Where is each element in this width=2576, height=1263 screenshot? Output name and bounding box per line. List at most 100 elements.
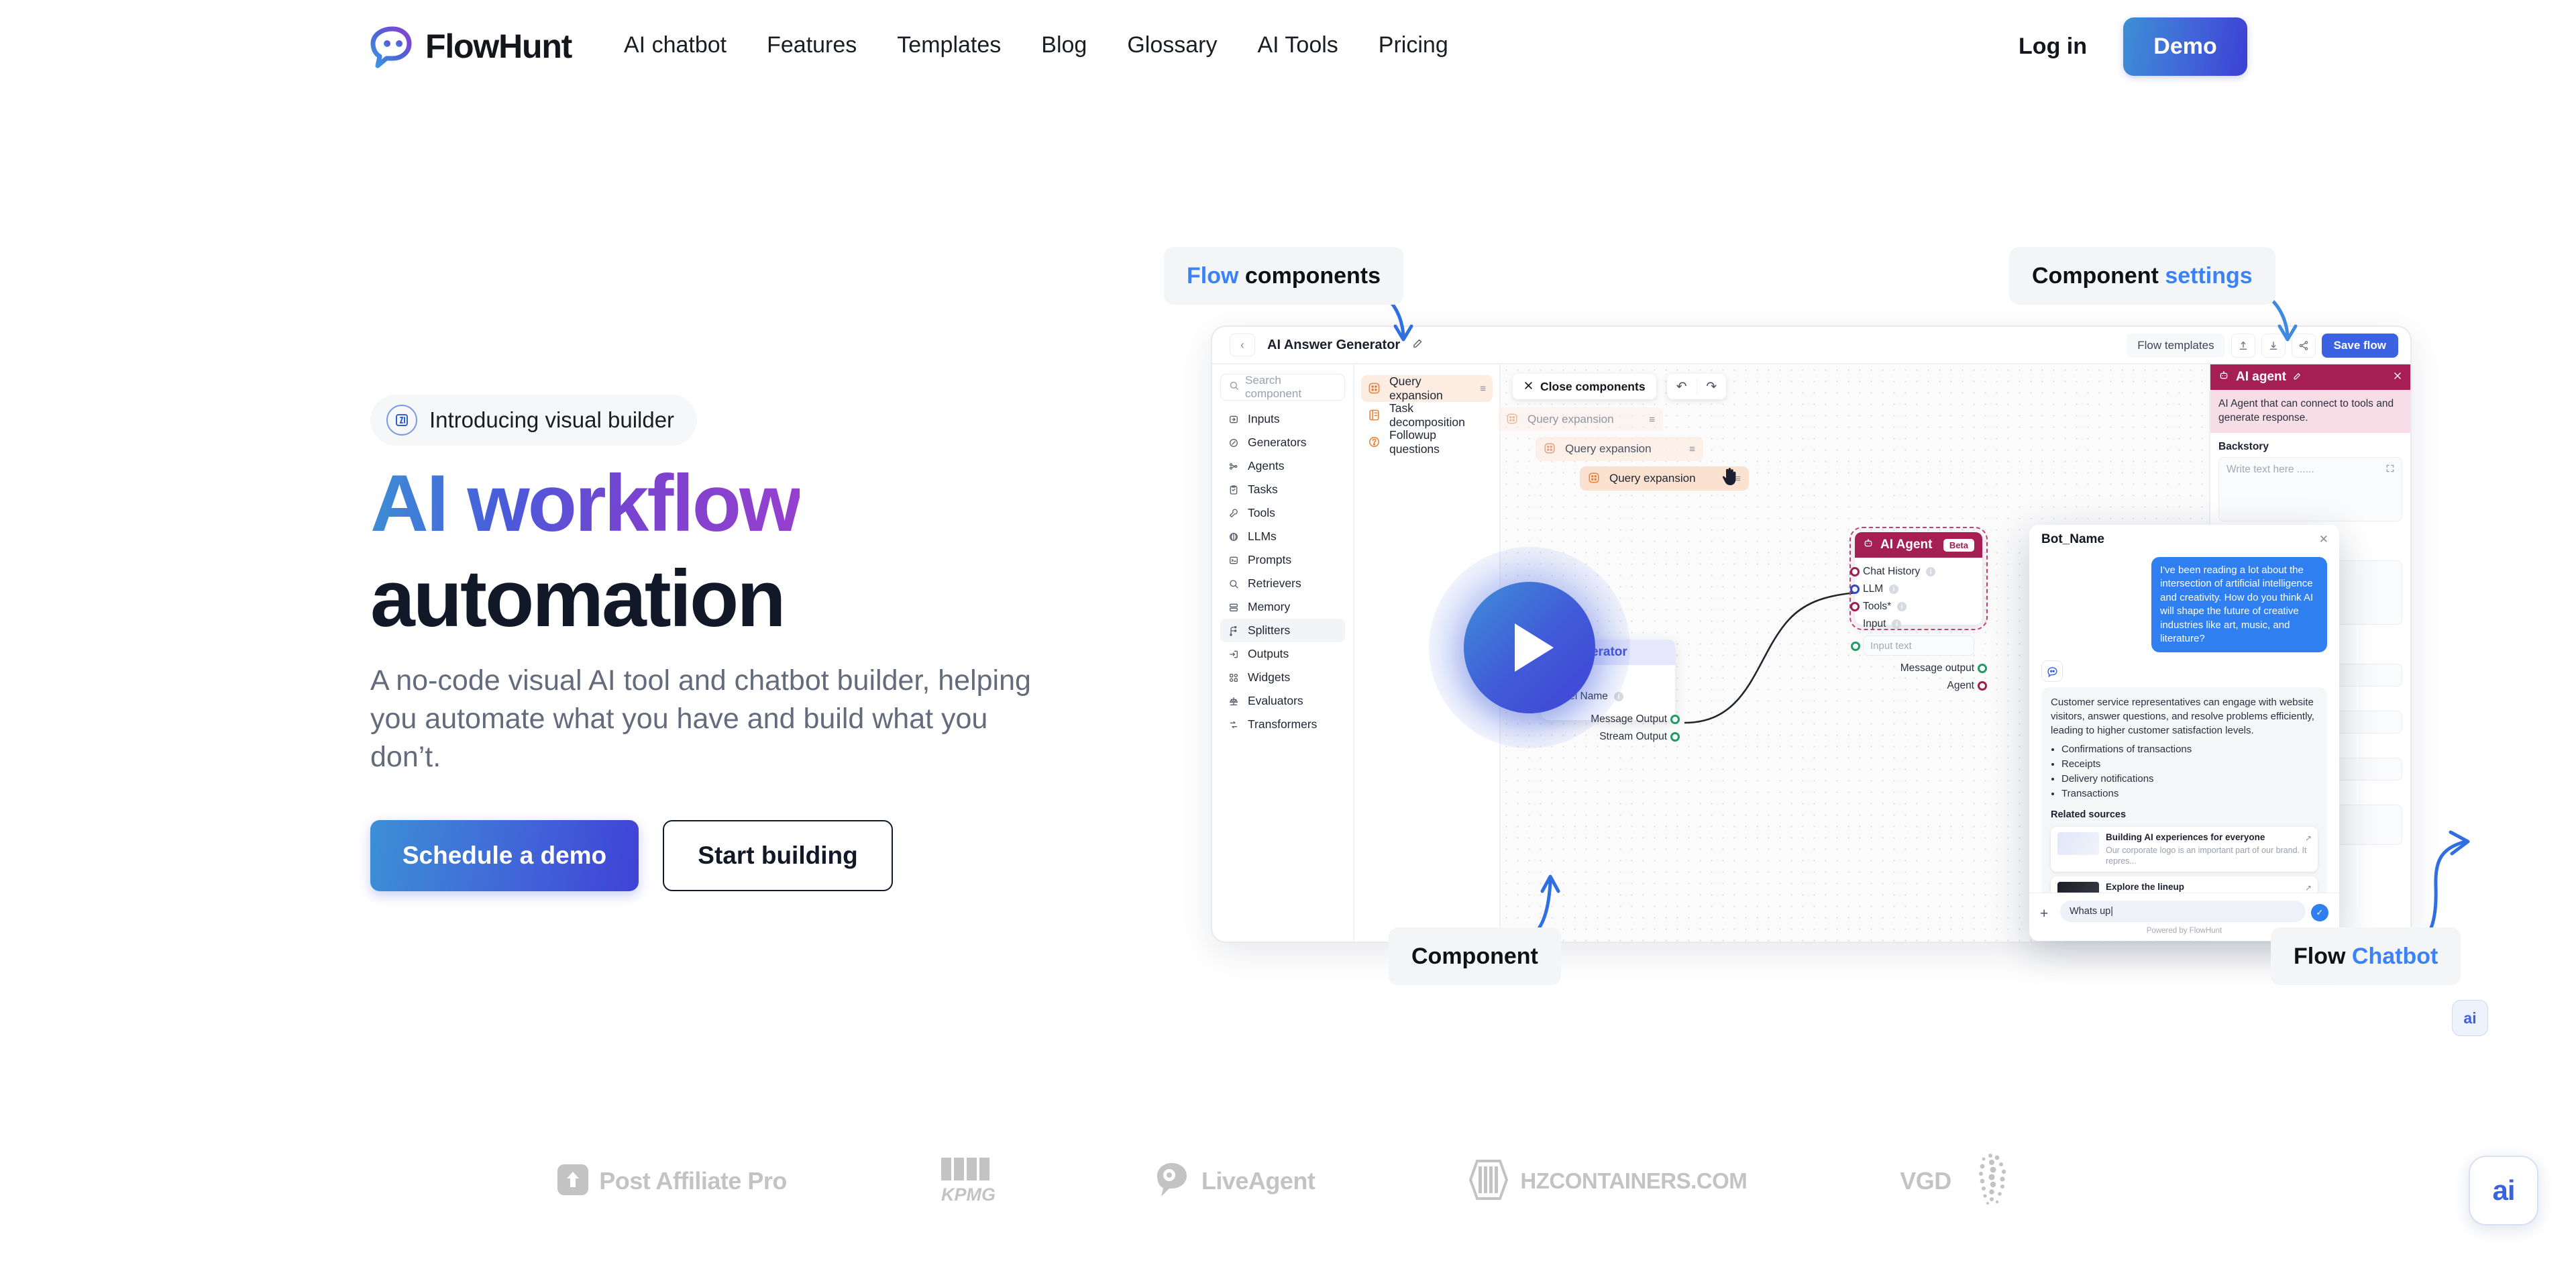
sidebar-item-label: Agents [1248,459,1285,472]
sidebar-item-prompts[interactable]: Prompts [1220,548,1345,572]
chatbot-input[interactable]: Whats up| [2060,901,2306,922]
sidebar-item-memory[interactable]: Memory [1220,595,1345,619]
expand-icon[interactable] [2385,464,2395,476]
close-x-icon[interactable]: ✕ [2319,533,2328,546]
upload-icon[interactable] [2231,334,2255,358]
annotation-flow-chatbot-b: Chatbot [2351,943,2438,969]
annotation-component-settings-b: settings [2165,262,2253,289]
nav-link-ai-chatbot[interactable]: AI chatbot [624,32,727,58]
sidebar-item-retrievers[interactable]: Retrievers [1220,572,1345,595]
info-icon[interactable]: i [1892,619,1902,629]
port-dot[interactable] [1850,585,1860,594]
external-link-icon[interactable]: ↗ [2305,833,2312,844]
flow-templates-button[interactable]: Flow templates [2127,334,2225,358]
sidebar-item-agents[interactable]: Agents [1220,454,1345,478]
flowhunt-bot-icon [2041,660,2063,683]
login-link[interactable]: Log in [2019,34,2087,60]
schedule-demo-button[interactable]: Schedule a demo [370,820,639,892]
toolbar-actions: Flow templates Save flow [2127,334,2398,358]
external-link-icon[interactable]: ↗ [2305,882,2312,893]
demo-button[interactable]: Demo [2123,17,2247,76]
headline-gradient: AI workflow [370,458,802,548]
settings-field-backstory[interactable]: Write text here ...... [2218,456,2402,521]
start-building-button[interactable]: Start building [663,820,893,892]
annotation-flow-chatbot: Flow Chatbot [2271,927,2461,985]
intro-badge-label: Introducing visual builder [429,407,675,432]
sublist-item-followup-questions[interactable]: Followup questions [1361,428,1493,456]
sidebar-item-evaluators[interactable]: Evaluators [1220,689,1345,713]
sublist-item-label: Followup questions [1389,428,1440,456]
download-icon[interactable] [2261,334,2286,358]
nav-link-blog[interactable]: Blog [1041,32,1087,58]
redo-icon[interactable]: ↷ [1696,378,1727,395]
info-icon[interactable]: i [1889,585,1899,594]
pencil-icon[interactable] [2293,370,2302,385]
widgets-icon [1227,671,1240,684]
sidebar-item-inputs[interactable]: Inputs [1220,407,1345,431]
port-dot[interactable] [1670,715,1680,724]
plus-icon[interactable]: + [2040,906,2048,922]
sidebar-item-splitters[interactable]: Splitters [1220,619,1345,642]
port-dot[interactable] [1978,681,1987,691]
info-icon[interactable]: i [1926,567,1936,576]
chatbot-source-item[interactable]: Explore the lineup Answer a few question… [2051,876,2318,893]
save-flow-button[interactable]: Save flow [2321,334,2398,358]
nav-link-features[interactable]: Features [767,32,857,58]
port-dot[interactable] [1851,642,1860,651]
settings-description: AI Agent that can connect to tools and g… [2210,390,2410,433]
node-port-chat-history[interactable]: Chat History i [1850,563,1982,580]
node-ai-agent[interactable]: AI Agent Beta Chat History i LLM i Tools… [1849,527,1988,691]
sidebar-item-widgets[interactable]: Widgets [1220,666,1345,689]
sidebar-item-tools[interactable]: Tools [1220,501,1345,525]
play-video-button[interactable] [1429,547,1630,748]
sidebar-item-label: Splitters [1248,623,1291,637]
ai-badge-small[interactable]: ai [2452,1000,2488,1036]
drag-ghost-label: Query expansion [1609,472,1696,485]
inputs-icon [1227,413,1240,425]
tools-icon [1227,507,1240,519]
nav-link-glossary[interactable]: Glossary [1127,32,1217,58]
kpmg-logo: KPMG [940,1155,1002,1208]
node-port-llm[interactable]: LLM i [1850,580,1982,598]
port-dot[interactable] [1850,602,1860,611]
drag-handle-icon[interactable]: ≡ [1480,383,1486,395]
sidebar-item-tasks[interactable]: Tasks [1220,478,1345,501]
pencil-icon[interactable] [1412,338,1424,352]
close-components-button[interactable]: Close components [1513,374,1656,399]
close-x-icon[interactable] [2393,370,2402,385]
sidebar-item-generators[interactable]: Generators [1220,431,1345,454]
brand-logo[interactable]: FlowHunt [370,24,572,68]
node-port-agent-output[interactable]: Agent [1855,677,1987,695]
chatbot-source-item[interactable]: Building AI experiences for everyone Our… [2051,826,2318,872]
sidebar-item-llms[interactable]: LLMs [1220,525,1345,548]
undo-icon[interactable]: ↶ [1667,379,1697,395]
chatbot-header: Bot_Name ✕ [2029,525,2339,554]
node-port-input[interactable]: Input i [1855,615,1982,633]
chevron-left-icon[interactable]: ‹ [1230,334,1255,356]
sublist-item-query-expansion[interactable]: Query expansion ≡ [1361,374,1493,402]
intro-badge[interactable]: Introducing visual builder [370,395,698,446]
send-icon[interactable]: ✓ [2311,904,2328,921]
node-port-label: Message output [1900,662,1974,674]
nav-link-pricing[interactable]: Pricing [1379,32,1448,58]
ai-chat-widget[interactable]: ai [2469,1156,2538,1225]
chatbot-messages: I've been reading a lot about the inters… [2029,554,2339,893]
share-icon[interactable] [2291,334,2316,358]
search-input[interactable]: Search component [1220,374,1345,401]
port-dot[interactable] [1850,567,1860,576]
sidebar-item-transformers[interactable]: Transformers [1220,713,1345,736]
port-dot[interactable] [1978,664,1987,673]
drag-handle-icon: ≡ [1649,413,1655,425]
info-icon[interactable]: i [1897,602,1907,611]
sidebar-item-outputs[interactable]: Outputs [1220,642,1345,666]
list-item: Receipts [2061,757,2318,772]
node-port-message-output[interactable]: Message output [1855,660,1987,677]
hero-cta-row: Schedule a demo Start building [370,820,1088,892]
port-dot[interactable] [1670,732,1680,742]
hzcontainers-logo [1468,1158,1509,1205]
nav-link-templates[interactable]: Templates [897,32,1001,58]
node-input-text-field[interactable]: Input text [1851,636,1974,656]
nav-link-ai-tools[interactable]: AI Tools [1257,32,1338,58]
sublist-item-task-decomposition[interactable]: Task decomposition [1361,401,1493,429]
node-port-tools[interactable]: Tools* i [1850,598,1982,615]
